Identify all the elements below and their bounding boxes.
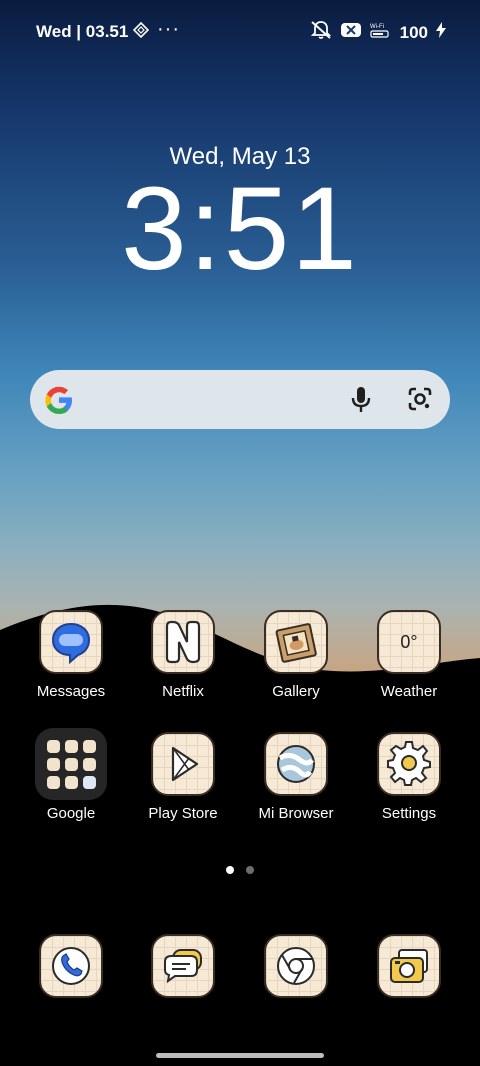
app-label: Netflix xyxy=(162,683,204,700)
page-dot-active xyxy=(226,866,234,874)
weather-temperature: 0° xyxy=(400,632,418,652)
page-dot xyxy=(246,866,254,874)
weather-icon: 0° xyxy=(377,610,441,674)
more-notifications-icon: ··· xyxy=(157,18,180,40)
svg-text:Wi-Fi: Wi-Fi xyxy=(370,24,384,30)
app-label: Gallery xyxy=(272,683,320,700)
dock-messages[interactable] xyxy=(133,934,233,998)
play-store-icon xyxy=(151,732,215,796)
gear-icon xyxy=(377,732,441,796)
browser-icon xyxy=(264,732,328,796)
app-label: Play Store xyxy=(148,805,218,822)
voice-search-icon[interactable] xyxy=(349,385,373,420)
chrome-icon xyxy=(264,934,328,998)
app-settings[interactable]: Settings xyxy=(359,732,459,822)
camera-icon xyxy=(377,934,441,998)
app-label: Mi Browser xyxy=(258,805,334,822)
sim-error-icon xyxy=(340,21,362,44)
status-bar: Wed | 03.51 ··· Wi-Fi 100 xyxy=(0,18,480,46)
app-mi-browser[interactable]: Mi Browser xyxy=(246,732,346,822)
dock-chrome[interactable] xyxy=(246,934,346,998)
app-label: Weather xyxy=(380,683,438,700)
home-gesture-bar[interactable] xyxy=(156,1053,324,1058)
messages-icon xyxy=(39,610,103,674)
app-gallery[interactable]: Gallery xyxy=(246,610,346,700)
charging-icon xyxy=(436,22,446,43)
phone-icon xyxy=(39,934,103,998)
network-icon xyxy=(132,21,150,43)
silent-icon xyxy=(310,20,332,45)
app-label: Messages xyxy=(36,683,106,700)
gallery-icon xyxy=(264,610,328,674)
battery-level: 100 xyxy=(399,22,428,42)
app-label: Settings xyxy=(381,805,437,822)
netflix-icon xyxy=(151,610,215,674)
wifi-icon: Wi-Fi xyxy=(370,21,392,44)
google-lens-icon[interactable] xyxy=(406,385,434,418)
app-weather[interactable]: 0° Weather xyxy=(359,610,459,700)
folder-icon xyxy=(35,728,107,800)
app-label: Google xyxy=(46,805,96,822)
google-logo-icon xyxy=(41,382,77,423)
app-folder-google[interactable]: Google xyxy=(21,728,121,822)
lockscreen-clock: 3:51 xyxy=(121,163,359,295)
chat-icon xyxy=(151,934,215,998)
app-netflix[interactable]: Netflix xyxy=(133,610,233,700)
dock-phone[interactable] xyxy=(21,934,121,998)
app-messages[interactable]: Messages xyxy=(21,610,121,700)
google-search-bar[interactable] xyxy=(30,370,450,429)
dock-camera[interactable] xyxy=(359,934,459,998)
status-time: Wed | 03.51 xyxy=(36,22,129,41)
app-play-store[interactable]: Play Store xyxy=(133,732,233,822)
